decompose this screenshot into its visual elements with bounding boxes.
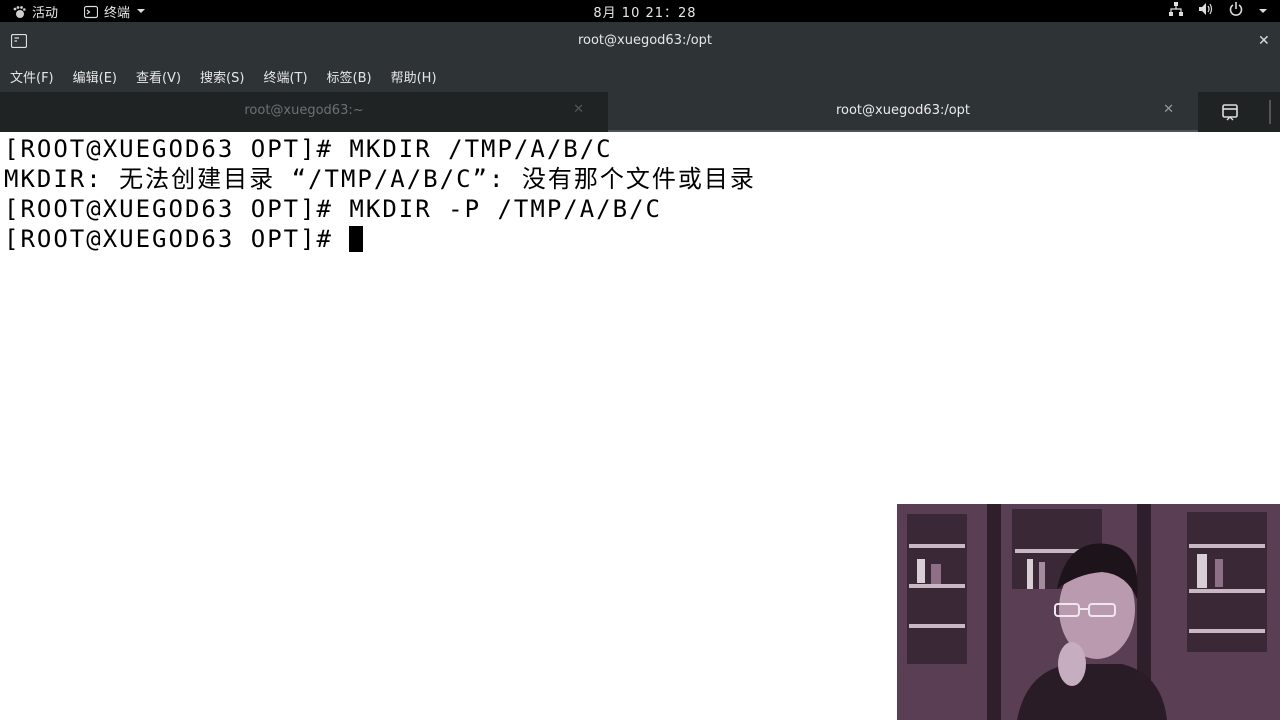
menu-tabs[interactable]: 标签(B) bbox=[317, 67, 381, 86]
new-window-button[interactable] bbox=[1212, 100, 1248, 124]
menu-search[interactable]: 搜索(S) bbox=[190, 67, 253, 86]
clock[interactable]: 8月 10 21：28 bbox=[0, 2, 1280, 21]
network-icon[interactable] bbox=[1168, 1, 1184, 21]
close-icon[interactable]: ✕ bbox=[1163, 102, 1174, 117]
new-window-icon bbox=[1212, 104, 1248, 128]
gnome-top-bar: 活动 终端 8月 10 21：28 bbox=[0, 0, 1280, 22]
tab-bar: root@xuegod63:~ ✕ root@xuegod63:/opt ✕ bbox=[0, 92, 1280, 132]
tab-home[interactable]: root@xuegod63:~ ✕ bbox=[0, 92, 608, 132]
menu-file[interactable]: 文件(F) bbox=[0, 67, 63, 86]
tab-bar-divider bbox=[1269, 100, 1271, 124]
menu-terminal[interactable]: 终端(T) bbox=[253, 67, 316, 86]
terminal-prompt: [ROOT@XUEGOD63 OPT]# bbox=[4, 225, 350, 253]
system-status-area[interactable] bbox=[1168, 1, 1268, 21]
window-header-bar: root@xuegod63:/opt ✕ bbox=[0, 22, 1280, 60]
menu-edit[interactable]: 编辑(E) bbox=[63, 67, 126, 86]
webcam-overlay bbox=[897, 504, 1280, 720]
presenter-video-image bbox=[897, 504, 1280, 720]
menu-bar: 文件(F) 编辑(E) 查看(V) 搜索(S) 终端(T) 标签(B) 帮助(H… bbox=[0, 60, 1280, 92]
tab-opt[interactable]: root@xuegod63:/opt ✕ bbox=[608, 92, 1198, 132]
tab-label: root@xuegod63:~ bbox=[244, 103, 364, 118]
menu-help[interactable]: 帮助(H) bbox=[381, 67, 446, 86]
window-close-button[interactable]: ✕ bbox=[1258, 22, 1280, 60]
terminal-cursor bbox=[349, 226, 364, 252]
power-icon[interactable] bbox=[1228, 1, 1244, 21]
tab-label: root@xuegod63:/opt bbox=[835, 103, 971, 118]
terminal-line: MKDIR: 无法创建目录 “/TMP/A/B/C”: 没有那个文件或目录 bbox=[4, 165, 756, 193]
terminal-prompt-line: [ROOT@XUEGOD63 OPT]# bbox=[4, 224, 364, 254]
terminal-line: [ROOT@XUEGOD63 OPT]# MKDIR /TMP/A/B/C bbox=[4, 135, 613, 163]
close-icon: ✕ bbox=[1258, 33, 1270, 49]
terminal-line: [ROOT@XUEGOD63 OPT]# MKDIR -P /TMP/A/B/C bbox=[4, 195, 662, 223]
close-icon[interactable]: ✕ bbox=[573, 102, 584, 117]
window-title: root@xuegod63:/opt bbox=[577, 33, 713, 48]
menu-view[interactable]: 查看(V) bbox=[126, 67, 190, 86]
volume-icon[interactable] bbox=[1198, 1, 1214, 21]
chevron-down-icon bbox=[1258, 4, 1268, 19]
